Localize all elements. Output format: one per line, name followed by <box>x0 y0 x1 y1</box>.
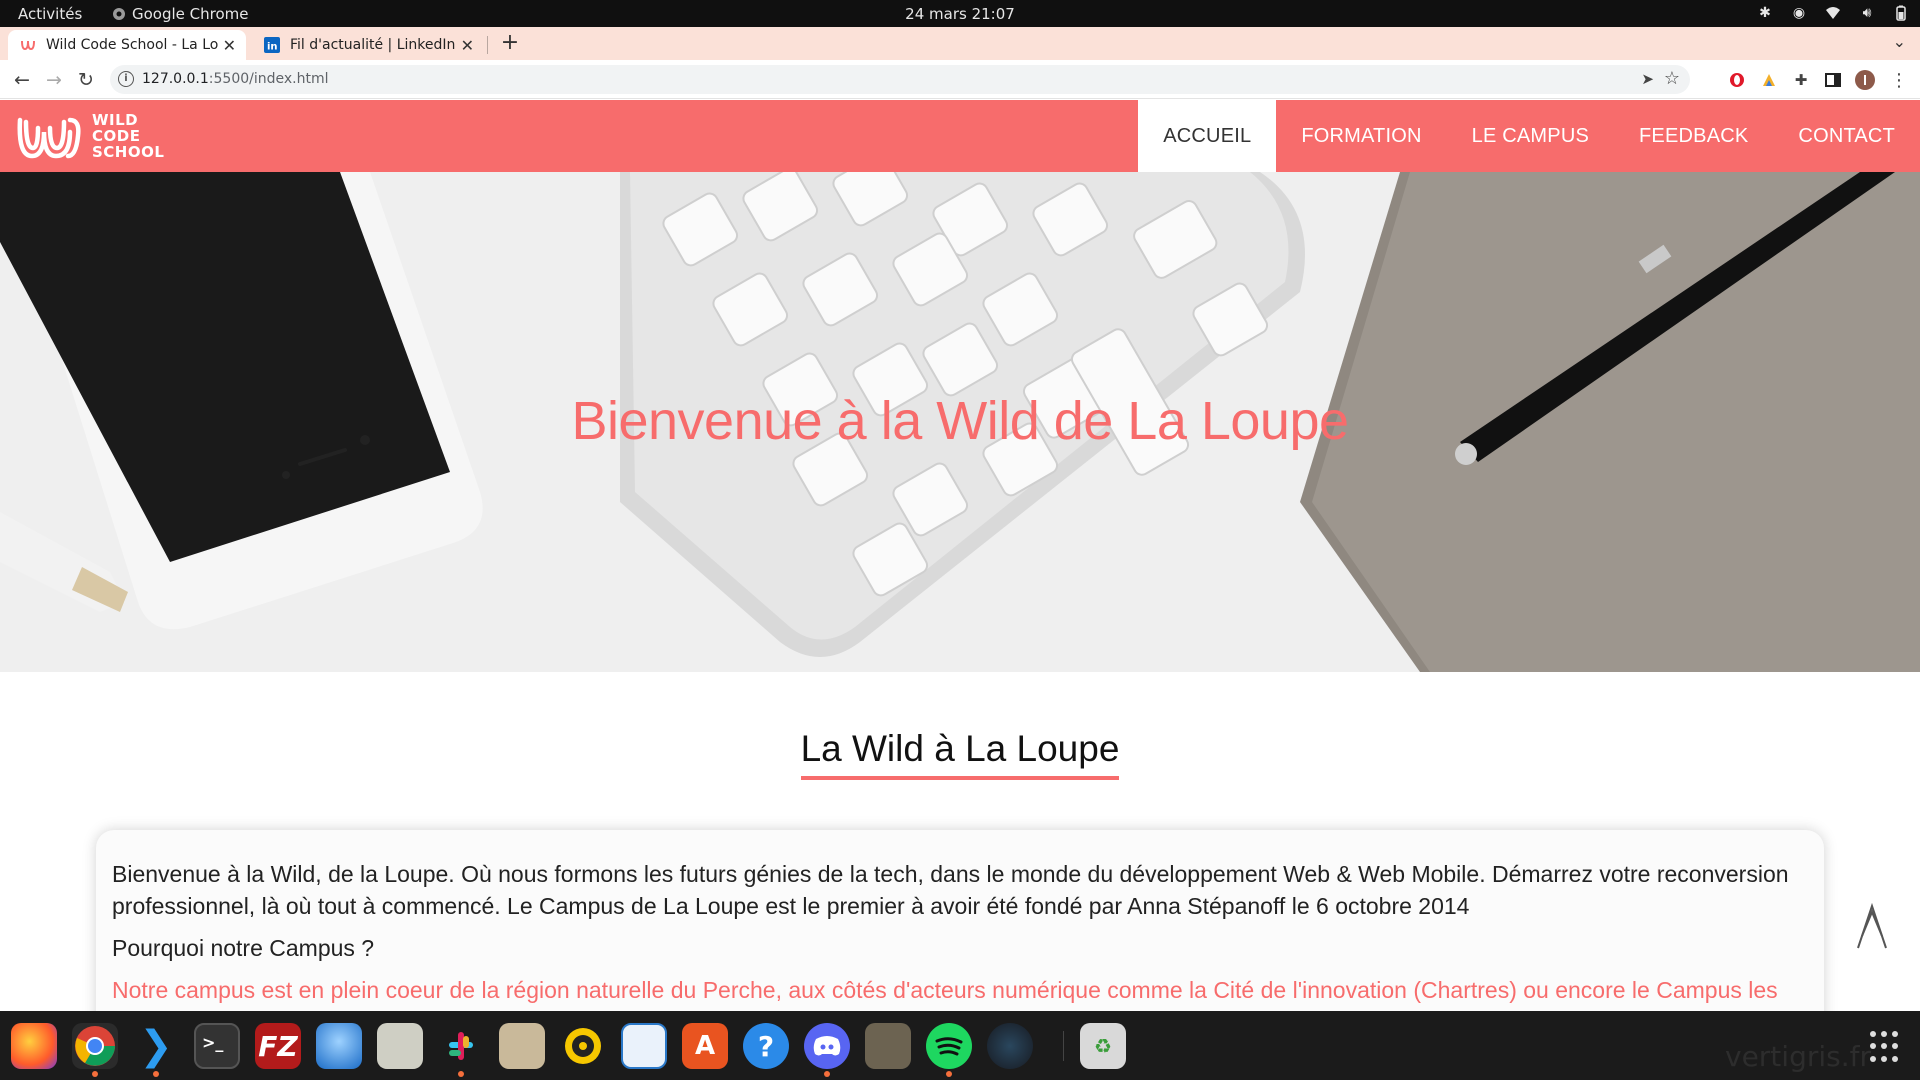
side-panel-icon[interactable] <box>1823 70 1843 90</box>
clock[interactable]: 24 mars 21:07 <box>905 5 1015 23</box>
steam-icon[interactable] <box>987 1023 1033 1069</box>
new-tab-button[interactable]: + <box>498 30 522 55</box>
site-header: WILD CODE SCHOOL ACCUEIL FORMATION LE CA… <box>0 100 1920 172</box>
main-nav: ACCUEIL FORMATION LE CAMPUS FEEDBACK CON… <box>1138 100 1920 172</box>
wifi-icon[interactable] <box>1824 4 1842 22</box>
intro-card: Bienvenue à la Wild, de la Loupe. Où nou… <box>96 830 1824 1011</box>
discord-icon[interactable] <box>804 1023 850 1077</box>
forward-icon[interactable]: → <box>40 66 68 94</box>
tab-wild-code-school[interactable]: Wild Code School - La Lou ✕ <box>8 30 246 60</box>
writer-icon[interactable] <box>621 1023 667 1069</box>
dock-separator <box>1063 1031 1064 1061</box>
menu-kebab-icon[interactable]: ⋮ <box>1889 70 1909 91</box>
slack-tray-icon[interactable]: ✱ <box>1756 4 1774 22</box>
nav-formation[interactable]: FORMATION <box>1276 100 1446 172</box>
volume-icon[interactable]: 🔊︎ <box>1858 4 1876 22</box>
logo-line: WILD <box>92 111 139 129</box>
app-name: Google Chrome <box>132 5 249 23</box>
terminal-icon[interactable]: >_ <box>194 1023 240 1069</box>
nav-contact[interactable]: CONTACT <box>1773 100 1920 172</box>
battery-icon[interactable] <box>1892 4 1910 22</box>
campus-highlight: Notre campus est en plein coeur de la ré… <box>112 977 1778 1003</box>
logo-line: CODE <box>92 127 141 145</box>
page-viewport: WILD CODE SCHOOL ACCUEIL FORMATION LE CA… <box>0 100 1920 1011</box>
tab-title: Wild Code School - La Lou <box>46 37 218 53</box>
color-extension-icon[interactable] <box>1759 70 1779 90</box>
vscode-icon[interactable]: ❯ <box>133 1023 179 1077</box>
hero-banner: Bienvenue à la Wild de La Loupe <box>0 172 1920 672</box>
tab-search-icon[interactable]: ⌄ <box>1893 32 1906 51</box>
svg-text:in: in <box>267 42 278 53</box>
tab-close-icon[interactable]: ✕ <box>461 36 474 55</box>
section-title: La Wild à La Loupe <box>800 728 1120 780</box>
reload-icon[interactable]: ↻ <box>72 66 100 94</box>
maps-icon[interactable] <box>377 1023 423 1069</box>
wallpaper-watermark: vertigris.fr <box>1725 1040 1871 1073</box>
bookmark-star-icon[interactable]: ☆ <box>1664 68 1680 89</box>
scroll-to-top-icon[interactable] <box>1856 900 1888 950</box>
trash-icon[interactable]: ♻ <box>1080 1023 1126 1069</box>
url-host: 127.0.0.1 <box>142 71 209 87</box>
filezilla-icon[interactable]: FZ <box>255 1023 301 1069</box>
system-top-bar: Activités Google Chrome 24 mars 21:07 ✱ … <box>0 0 1920 27</box>
send-to-device-icon[interactable]: ➤ <box>1641 70 1654 88</box>
url-path: :5500/index.html <box>208 71 329 87</box>
thunderbird-icon[interactable] <box>316 1023 362 1069</box>
profile-avatar[interactable] <box>1855 70 1875 90</box>
logo-text: WILD CODE SCHOOL <box>92 112 164 160</box>
opera-extension-icon[interactable] <box>1727 70 1747 90</box>
site-logo[interactable]: WILD CODE SCHOOL <box>14 110 164 162</box>
campus-question: Pourquoi notre Campus ? <box>112 935 375 961</box>
chrome-small-icon <box>113 8 125 20</box>
app-dock: ❯ >_ FZ A ? ♻ <box>0 1011 1920 1080</box>
rhythmbox-icon[interactable] <box>560 1023 606 1069</box>
logo-line: SCHOOL <box>92 143 165 161</box>
site-info-icon[interactable]: i <box>118 71 134 87</box>
activities-button[interactable]: Activités <box>18 5 82 23</box>
help-icon[interactable]: ? <box>743 1023 789 1069</box>
firefox-icon[interactable] <box>11 1023 57 1069</box>
section-title-wrapper: La Wild à La Loupe <box>0 728 1920 780</box>
extensions-puzzle-icon[interactable]: ✚ <box>1791 70 1811 90</box>
wild-favicon-icon <box>21 40 35 51</box>
address-bar[interactable]: i 127.0.0.1:5500/index.html ➤ ☆ <box>110 65 1690 94</box>
tab-close-icon[interactable]: ✕ <box>223 36 236 55</box>
wild-logo-icon <box>17 117 81 159</box>
gimp-icon[interactable] <box>865 1023 911 1069</box>
software-icon[interactable]: A <box>682 1023 728 1069</box>
url-text[interactable]: 127.0.0.1:5500/index.html <box>142 71 329 87</box>
system-tray: ✱ ◉ 🔊︎ <box>1756 4 1910 22</box>
nav-feedback[interactable]: FEEDBACK <box>1614 100 1773 172</box>
intro-paragraph: Bienvenue à la Wild, de la Loupe. Où nou… <box>112 861 1789 919</box>
files-icon[interactable] <box>499 1023 545 1069</box>
linkedin-favicon-icon: in <box>264 37 280 53</box>
tab-separator <box>487 36 488 54</box>
discord-tray-icon[interactable]: ◉ <box>1790 4 1808 22</box>
slack-icon[interactable] <box>438 1023 484 1077</box>
browser-toolbar: ← → ↻ i 127.0.0.1:5500/index.html ➤ ☆ ✚ … <box>0 60 1920 99</box>
app-menu[interactable]: Google Chrome <box>112 5 249 23</box>
clock-area: 24 mars 21:07 <box>0 5 1920 23</box>
chrome-icon[interactable] <box>72 1023 118 1077</box>
nav-le-campus[interactable]: LE CAMPUS <box>1447 100 1614 172</box>
spotify-icon[interactable] <box>926 1023 972 1077</box>
back-icon[interactable]: ← <box>8 66 36 94</box>
tab-linkedin[interactable]: in Fil d'actualité | LinkedIn ✕ <box>252 30 484 60</box>
hero-title: Bienvenue à la Wild de La Loupe <box>571 391 1349 451</box>
tab-title: Fil d'actualité | LinkedIn <box>290 37 456 53</box>
show-applications-icon[interactable] <box>1870 1031 1902 1063</box>
nav-accueil[interactable]: ACCUEIL <box>1138 100 1277 172</box>
